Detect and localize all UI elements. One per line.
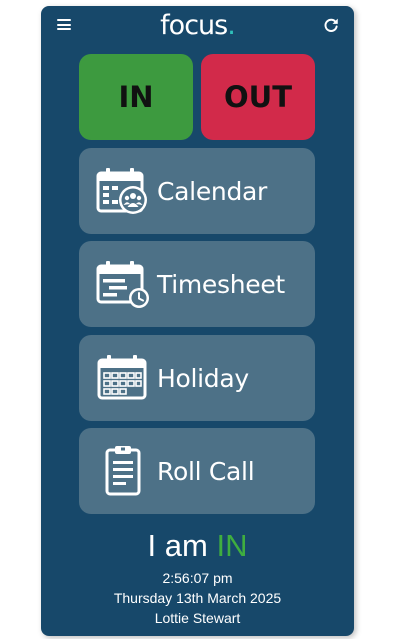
clipboard-list-icon (105, 446, 141, 496)
timesheet-label: Timesheet (157, 269, 285, 299)
app-screen: focus. IN OUT Calendar Timesheet Holiday… (41, 6, 354, 636)
holiday-button[interactable]: Holiday (79, 335, 315, 421)
current-date: Thursday 13th March 2025 (113, 590, 282, 606)
top-bar: focus. (41, 6, 354, 46)
logo-dot: . (227, 10, 236, 41)
calendar-grid-icon (97, 355, 147, 400)
status-prefix: I am (147, 528, 208, 563)
current-time: 2:56:07 pm (162, 570, 233, 586)
roll-call-button[interactable]: Roll Call (79, 428, 315, 514)
calendar-people-icon (96, 168, 147, 214)
timesheet-button[interactable]: Timesheet (79, 241, 315, 327)
clock-out-button[interactable]: OUT (201, 54, 315, 140)
status-line: I am IN (41, 528, 354, 564)
app-logo: focus. (41, 10, 354, 41)
status-state: IN (216, 528, 248, 563)
calendar-clock-icon (96, 261, 149, 308)
refresh-icon[interactable] (322, 16, 340, 34)
holiday-label: Holiday (157, 363, 249, 393)
clock-in-label: IN (118, 80, 154, 114)
user-name: Lottie Stewart (154, 610, 241, 626)
clock-in-button[interactable]: IN (79, 54, 193, 140)
calendar-label: Calendar (157, 176, 268, 206)
roll-call-label: Roll Call (157, 456, 255, 486)
logo-text: focus (160, 10, 228, 41)
clock-out-label: OUT (224, 80, 292, 114)
calendar-button[interactable]: Calendar (79, 148, 315, 234)
